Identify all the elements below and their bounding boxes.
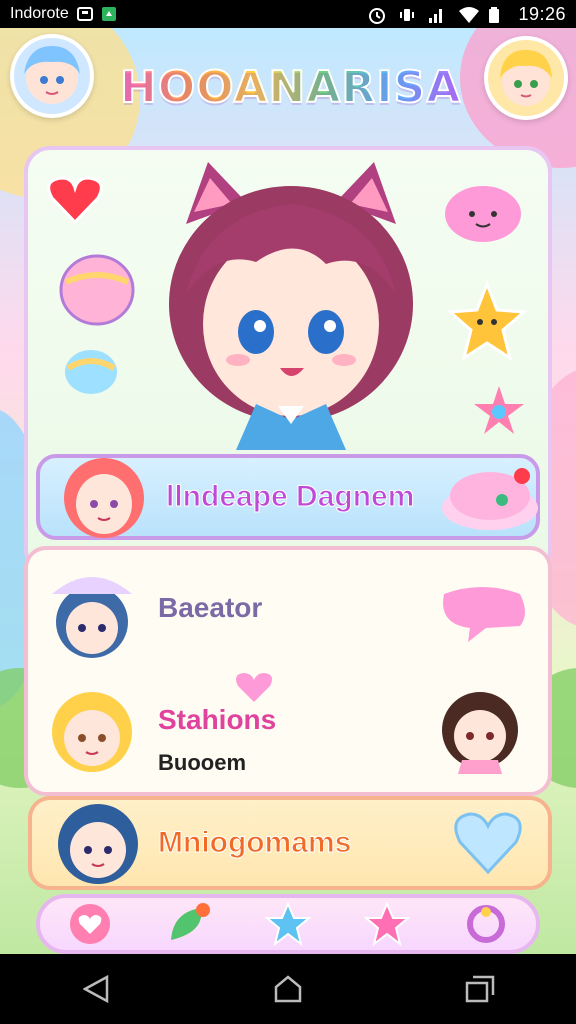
system-back-button[interactable] [66, 959, 126, 1019]
character-avatar [64, 458, 144, 538]
heart-icon [236, 673, 272, 702]
list-item[interactable]: Stahions Buooem [28, 673, 548, 786]
star-icon [264, 902, 311, 946]
nav-profile-button[interactable] [462, 900, 510, 948]
app-title: HOOANARISA [119, 58, 461, 118]
bottom-nav [36, 894, 540, 954]
leaf-icon [170, 903, 210, 940]
list-item-label: Baeator [158, 592, 263, 623]
status-time: 19:26 [518, 3, 566, 24]
candy-icon [59, 254, 135, 326]
nav-home-button[interactable] [66, 900, 114, 948]
heart-icon [47, 176, 103, 225]
nav-favorites-button[interactable] [264, 900, 312, 948]
character-avatar [52, 577, 132, 658]
status-bar: Indorote 19:26 [0, 0, 576, 28]
list-item-sub: Buooem [158, 750, 246, 775]
nav-garden-button[interactable] [165, 900, 213, 948]
candy-icon [65, 350, 117, 394]
header: HOOANARISA [0, 28, 576, 138]
star-icon [446, 280, 528, 362]
heart-icon [454, 812, 522, 875]
list-item-label: Stahions [158, 704, 277, 735]
system-nav-bar [0, 954, 576, 1024]
character-avatar [52, 692, 132, 772]
hero-banner-label: llndeape Dagnem [165, 480, 415, 514]
battery-icon [488, 6, 504, 23]
list-card: Baeator Stahions Buooem [24, 546, 552, 796]
app-screen: HOOANARISA llndeape Dagnem Baeator Stahi… [0, 28, 576, 954]
main-character-illustration [169, 162, 413, 450]
character-avatar [58, 804, 138, 884]
heart-icon [69, 904, 110, 944]
recents-icon [465, 975, 495, 1003]
vibrate-icon [398, 6, 415, 22]
ring-icon [467, 905, 506, 943]
signal-icon [428, 6, 444, 23]
back-icon [83, 975, 109, 1003]
status-app-label: Indorote [10, 5, 69, 22]
system-home-button[interactable] [258, 959, 318, 1019]
star-icon [364, 902, 411, 946]
creature-icon [445, 186, 521, 242]
orange-card-label: Mniogomams [157, 826, 352, 860]
orange-card[interactable]: Mniogomams [28, 796, 552, 890]
list-item[interactable]: Baeator [28, 562, 548, 672]
system-recents-button[interactable] [450, 959, 510, 1019]
profile-avatar-left[interactable] [10, 34, 94, 118]
hero-banner[interactable]: llndeape Dagnem [36, 454, 540, 540]
character-avatar [442, 692, 518, 774]
flower-icon [474, 386, 524, 434]
cake-icon [442, 468, 538, 530]
alarm-icon [368, 6, 386, 24]
hero-card[interactable]: llndeape Dagnem [24, 146, 552, 576]
app-icon [101, 6, 117, 22]
notification-icon [76, 6, 93, 22]
home-icon [274, 975, 302, 1003]
profile-avatar-right[interactable] [484, 36, 568, 120]
chat-bubble-icon [443, 587, 525, 642]
nav-events-button[interactable] [363, 900, 411, 948]
wifi-icon [458, 6, 480, 23]
